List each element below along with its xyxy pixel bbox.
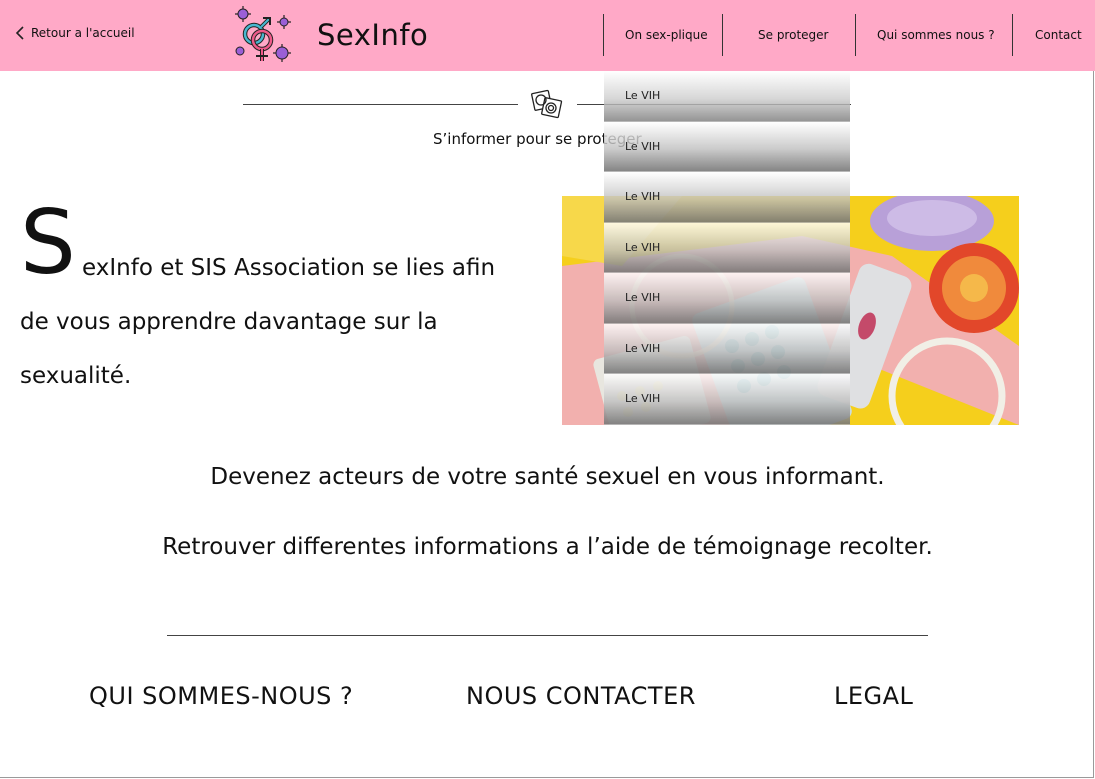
on-sex-plique-dropdown-menu: Le VIH Le VIH Le VIH Le VIH Le VIH Le VI… <box>604 71 850 425</box>
dropdown-item-label: Le VIH <box>625 291 661 304</box>
dropdown-item-vih[interactable]: Le VIH <box>604 273 850 324</box>
dropdown-item-label: Le VIH <box>625 392 661 405</box>
dropdown-item-vih[interactable]: Le VIH <box>604 323 850 374</box>
intro-drop-cap: S <box>20 191 76 294</box>
dropdown-item-label: Le VIH <box>625 240 661 254</box>
nav-item-se-proteger[interactable]: Se proteger <box>758 28 828 42</box>
footer-link-nous-contacter[interactable]: NOUS CONTACTER <box>466 682 696 710</box>
dropdown-item-label: Le VIH <box>625 139 661 153</box>
gender-symbols-logo-icon <box>235 6 291 62</box>
dropdown-item-label: Le VIH <box>625 89 661 102</box>
nav-divider <box>603 14 604 56</box>
brand-title[interactable]: SexInfo <box>317 18 428 52</box>
intro-text-line-3: sexualité. <box>20 363 132 389</box>
chevron-left-icon <box>15 26 24 40</box>
intro-text-line-1: exInfo et SIS Association se lies afin <box>82 255 496 281</box>
section-divider-left <box>243 104 518 105</box>
dropdown-item-vih[interactable]: Le VIH <box>604 222 850 273</box>
nav-divider <box>1012 14 1013 56</box>
dropdown-item-vih[interactable]: Le VIH <box>604 374 850 425</box>
nav-item-qui-sommes-nous[interactable]: Qui sommes nous ? <box>877 28 995 42</box>
intro-text-line-2: de vous apprendre davantage sur la <box>20 309 438 335</box>
dropdown-item-vih[interactable]: Le VIH <box>604 71 850 122</box>
top-header: Retour a l'accueil SexInfo On sex-plique… <box>0 0 1095 71</box>
footer-link-qui-sommes-nous[interactable]: QUI SOMMES-NOUS ? <box>89 682 353 710</box>
dropdown-item-label: Le VIH <box>625 341 661 355</box>
body-text-line-2: Retrouver differentes informations a l’a… <box>162 534 933 560</box>
back-home-link[interactable]: Retour a l'accueil <box>15 26 135 40</box>
dropdown-item-label: Le VIH <box>625 190 661 203</box>
back-home-label: Retour a l'accueil <box>31 26 135 40</box>
condom-wrapper-icon <box>531 89 563 119</box>
nav-divider <box>722 14 723 56</box>
footer-link-legal[interactable]: LEGAL <box>834 682 913 710</box>
dropdown-item-vih[interactable]: Le VIH <box>604 172 850 223</box>
nav-divider <box>855 14 856 56</box>
footer-divider <box>167 635 928 636</box>
body-text-line-1: Devenez acteurs de votre santé sexuel en… <box>210 464 885 490</box>
nav-item-contact[interactable]: Contact <box>1035 28 1082 42</box>
dropdown-item-vih[interactable]: Le VIH <box>604 121 850 172</box>
nav-item-on-sex-plique[interactable]: On sex-plique <box>625 28 708 42</box>
